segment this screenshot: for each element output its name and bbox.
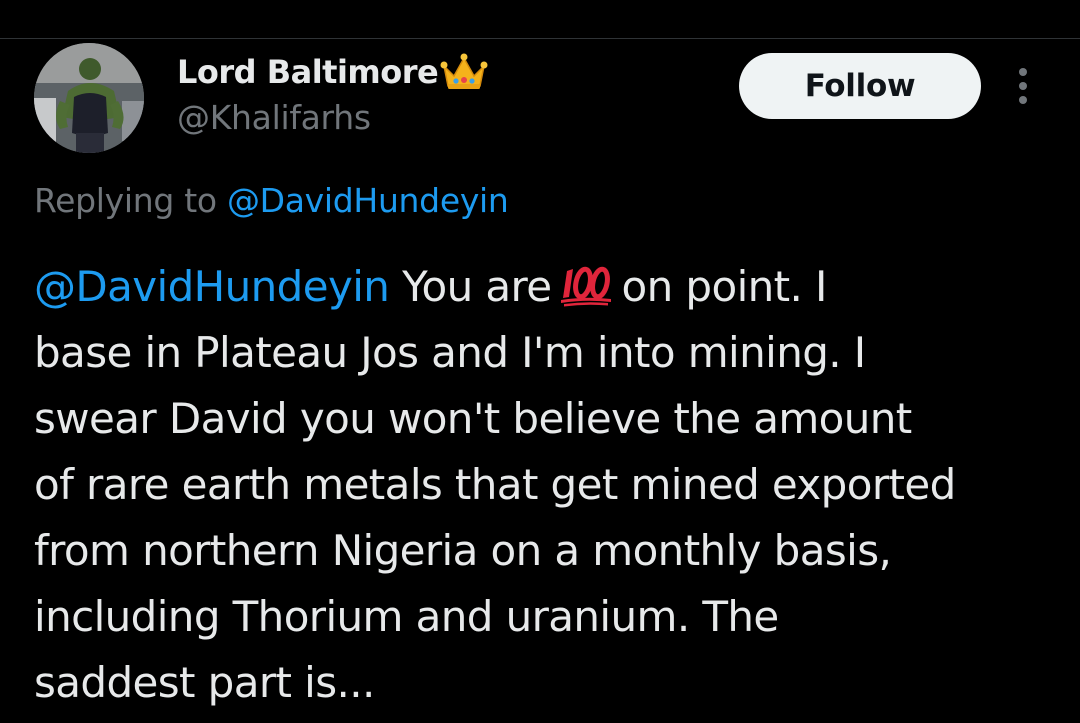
author-handle[interactable]: @Khalifarhs xyxy=(177,98,371,137)
tweet-line: of rare earth metals that get mined expo… xyxy=(34,460,956,509)
tweet-line: swear David you won't believe the amount xyxy=(34,394,912,443)
crown-icon xyxy=(440,52,488,92)
follow-button[interactable]: Follow xyxy=(739,53,981,119)
tweet-line: @DavidHundeyin You are on point. I xyxy=(34,254,1064,320)
tweet-text: @DavidHundeyin You are on point. I base … xyxy=(34,254,1064,716)
tweet-line: from northern Nigeria on a monthly basis… xyxy=(34,526,892,575)
hundred-points-icon xyxy=(558,260,616,307)
author-display-name[interactable]: Lord Baltimore xyxy=(177,53,439,91)
tweet-line: including Thorium and uranium. The xyxy=(34,592,779,641)
replying-to-label: Replying to xyxy=(34,181,217,220)
more-options-icon[interactable] xyxy=(1010,66,1036,106)
tweet-line: saddest part is... xyxy=(34,658,375,707)
tweet-text-segment: You are xyxy=(389,262,552,311)
top-divider xyxy=(0,38,1080,39)
author-name-row[interactable]: Lord Baltimore xyxy=(177,52,488,92)
replying-to: Replying to @DavidHundeyin xyxy=(34,181,509,220)
tweet-mention[interactable]: @DavidHundeyin xyxy=(34,262,390,311)
tweet-line: base in Plateau Jos and I'm into mining.… xyxy=(34,328,866,377)
replying-to-mention[interactable]: @DavidHundeyin xyxy=(227,181,509,220)
avatar[interactable] xyxy=(34,43,144,153)
tweet-text-segment: on point. I xyxy=(621,262,828,311)
